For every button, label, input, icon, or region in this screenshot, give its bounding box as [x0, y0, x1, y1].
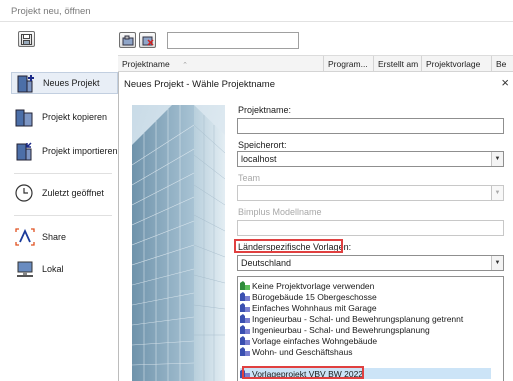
projektname-input[interactable]: [237, 118, 504, 134]
column-header-be[interactable]: Be: [492, 56, 513, 72]
dialog-title: Neues Projekt - Wähle Projektname: [124, 79, 276, 90]
save-icon: [21, 33, 32, 45]
sidebar-item-label: Zuletzt geöffnet: [42, 188, 104, 198]
new-project-dialog: Neues Projekt - Wähle Projektname × Proj…: [118, 72, 513, 381]
copy-project-icon: [15, 109, 33, 127]
list-item[interactable]: Bürogebäude 15 Obergeschosse: [240, 291, 377, 302]
sidebar-item-neues-projekt[interactable]: Neues Projekt: [11, 72, 118, 94]
bimplus-modellname-input: [237, 220, 504, 236]
sidebar-item-lokal[interactable]: Lokal: [14, 258, 118, 280]
window-title: Projekt neu, öffnen: [11, 6, 91, 17]
list-item[interactable]: Einfaches Wohnhaus mit Garage: [240, 302, 377, 313]
sidebar-item-label: Projekt importieren: [42, 146, 118, 156]
laender-select[interactable]: Deutschland ▼: [237, 255, 504, 271]
sidebar-item-label: Share: [42, 232, 67, 242]
computer-icon: [17, 261, 33, 277]
sidebar-item-share[interactable]: Share: [14, 226, 118, 248]
bimplus-modellname-label: Bimplus Modellname: [238, 207, 322, 217]
blue-building-icon: [240, 336, 250, 345]
share-icon: [15, 228, 35, 246]
column-header-program[interactable]: Program...: [324, 56, 374, 72]
sidebar-divider: [14, 215, 112, 216]
sidebar-item-zuletzt-geoeffnet[interactable]: Zuletzt geöffnet: [14, 182, 118, 204]
new-folder-button[interactable]: [119, 32, 136, 48]
new-project-icon: [17, 75, 34, 93]
sidebar-item-label: Lokal: [42, 264, 64, 274]
folder-building-icon: [122, 35, 133, 45]
list-item[interactable]: Keine Projektvorlage verwenden: [240, 280, 374, 291]
sidebar: Neues Projekt Projekt kopieren Projekt i…: [0, 58, 118, 381]
projektname-label: Projektname:: [238, 105, 292, 115]
project-table-header: Projektname ⌃ Program... Erstellt am Pro…: [118, 55, 513, 72]
sort-ascending-icon: ⌃: [182, 62, 188, 69]
list-item[interactable]: Vorlage einfaches Wohngebäude: [240, 335, 377, 346]
column-header-projektvorlage[interactable]: Projektvorlage: [422, 56, 492, 72]
import-project-icon: [16, 142, 32, 161]
chevron-down-icon[interactable]: ▼: [491, 152, 503, 166]
blue-building-icon: [240, 303, 250, 312]
clock-icon: [15, 184, 33, 202]
column-header-erstellt-am[interactable]: Erstellt am: [374, 56, 422, 72]
save-button[interactable]: [18, 31, 35, 47]
column-header-projektname[interactable]: Projektname ⌃: [118, 56, 324, 72]
team-label: Team: [238, 173, 261, 183]
list-item[interactable]: Wohn- und Geschäftshaus: [240, 346, 353, 357]
sidebar-item-label: Neues Projekt: [43, 78, 100, 88]
search-input[interactable]: [167, 32, 299, 49]
team-select: ▼: [237, 185, 504, 201]
chevron-down-icon: ▼: [491, 186, 503, 200]
speicherort-label: Speicherort:: [238, 140, 287, 150]
delete-button[interactable]: [139, 32, 156, 48]
delete-building-icon: [142, 36, 154, 46]
title-divider: [0, 21, 513, 22]
blue-building-icon: [240, 314, 250, 323]
sidebar-item-label: Projekt kopieren: [42, 112, 108, 122]
sidebar-item-projekt-kopieren[interactable]: Projekt kopieren: [14, 106, 118, 128]
building-photo: [132, 105, 225, 381]
green-building-icon: [240, 281, 250, 290]
highlight-box: [242, 366, 364, 379]
chevron-down-icon[interactable]: ▼: [491, 256, 503, 270]
close-button[interactable]: ×: [501, 75, 509, 90]
sidebar-divider: [14, 173, 112, 174]
highlight-box: [234, 239, 343, 253]
blue-building-icon: [240, 325, 250, 334]
sidebar-item-projekt-importieren[interactable]: Projekt importieren: [14, 140, 118, 162]
list-item[interactable]: Ingenieurbau - Schal- und Bewehrungsplan…: [240, 313, 463, 324]
blue-building-icon: [240, 347, 250, 356]
list-item[interactable]: Ingenieurbau - Schal- und Bewehrungsplan…: [240, 324, 430, 335]
speicherort-select[interactable]: localhost ▼: [237, 151, 504, 167]
template-list: Keine Projektvorlage verwenden Bürogebäu…: [237, 276, 504, 381]
blue-building-icon: [240, 292, 250, 301]
